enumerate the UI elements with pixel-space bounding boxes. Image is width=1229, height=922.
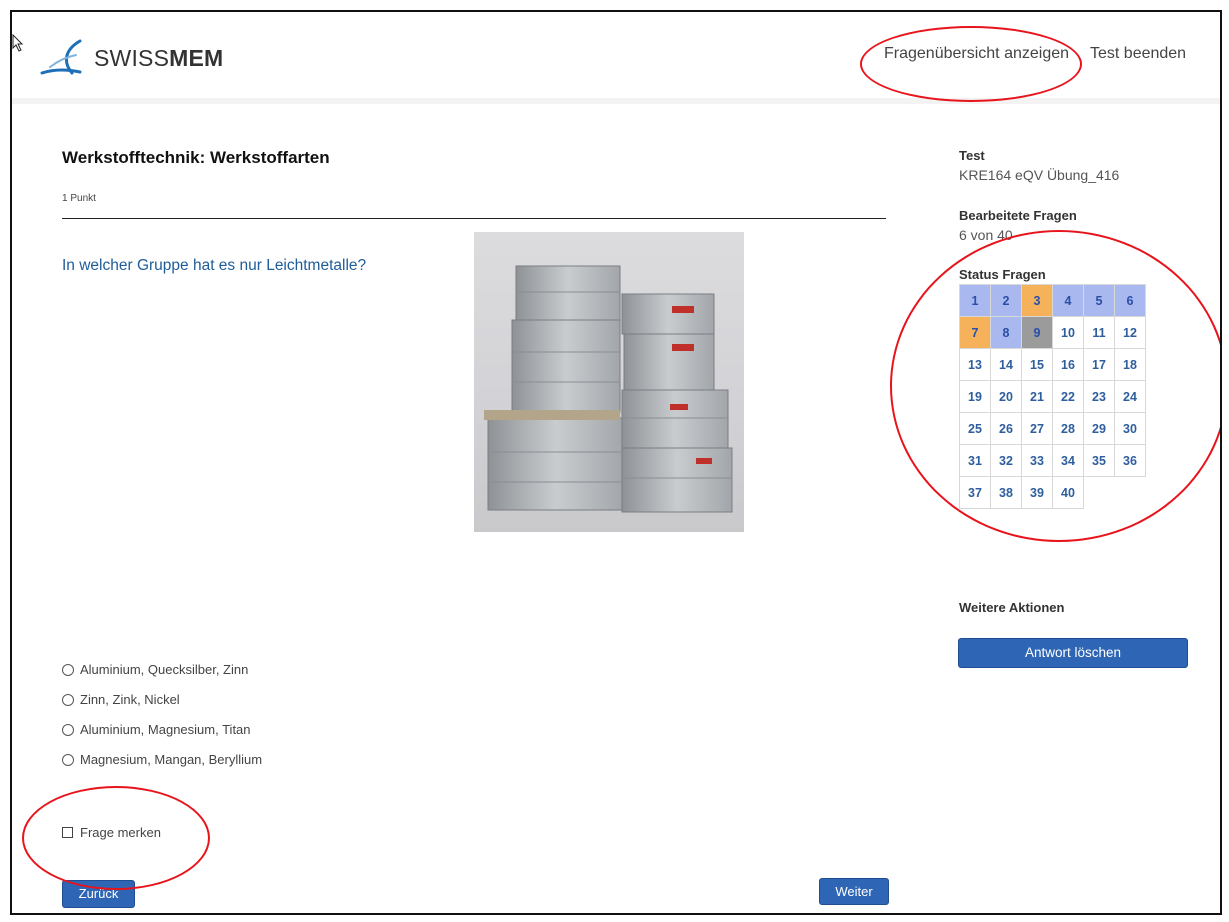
- question-status-cell[interactable]: 22: [1053, 381, 1084, 413]
- question-status-cell[interactable]: 2: [991, 285, 1022, 317]
- question-status-cell[interactable]: 40: [1053, 477, 1084, 509]
- question-status-cell[interactable]: 39: [1022, 477, 1053, 509]
- question-points: 1 Punkt: [62, 193, 96, 204]
- logo-text: SWISSMEM: [94, 44, 224, 71]
- question-status-cell[interactable]: 29: [1084, 413, 1115, 445]
- next-button[interactable]: Weiter: [819, 878, 889, 905]
- question-status-cell[interactable]: 3: [1022, 285, 1053, 317]
- question-status-cell[interactable]: 17: [1084, 349, 1115, 381]
- back-button[interactable]: Zurück: [62, 880, 135, 908]
- swissmem-logo-icon: [40, 39, 82, 75]
- question-status-cell[interactable]: 11: [1084, 317, 1115, 349]
- question-status-cell[interactable]: 30: [1115, 413, 1146, 445]
- swissmem-logo: SWISSMEM: [40, 39, 223, 77]
- aluminium-cases-image: [484, 265, 733, 513]
- question-status-cell[interactable]: 19: [960, 381, 991, 413]
- question-status-cell[interactable]: 34: [1053, 445, 1084, 477]
- mark-question-checkbox-row[interactable]: Frage merken: [62, 825, 161, 840]
- question-status-cell[interactable]: 7: [960, 317, 991, 349]
- test-name: KRE164 eQV Übung_416: [959, 167, 1120, 183]
- clear-answer-button[interactable]: Antwort löschen: [958, 638, 1188, 668]
- question-status-cell[interactable]: 24: [1115, 381, 1146, 413]
- question-status-cell[interactable]: 36: [1115, 445, 1146, 477]
- question-status-cell[interactable]: 21: [1022, 381, 1053, 413]
- radio-button[interactable]: [62, 753, 74, 766]
- answer-option-4[interactable]: Magnesium, Mangan, Beryllium: [62, 752, 262, 767]
- test-label: Test: [959, 148, 985, 163]
- question-status-cell[interactable]: 27: [1022, 413, 1053, 445]
- question-status-cell[interactable]: 13: [960, 349, 991, 381]
- question-status-cell[interactable]: 15: [1022, 349, 1053, 381]
- question-status-cell[interactable]: 8: [991, 317, 1022, 349]
- question-image: [474, 232, 744, 532]
- question-status-cell[interactable]: 10: [1053, 317, 1084, 349]
- question-status-cell[interactable]: 33: [1022, 445, 1053, 477]
- radio-button[interactable]: [62, 663, 74, 676]
- question-status-cell[interactable]: 1: [960, 285, 991, 317]
- more-actions-label: Weitere Aktionen: [959, 600, 1065, 615]
- radio-button[interactable]: [62, 723, 74, 736]
- question-status-cell[interactable]: 18: [1115, 349, 1146, 381]
- question-status-cell[interactable]: 16: [1053, 349, 1084, 381]
- answered-questions-label: Bearbeitete Fragen: [959, 208, 1077, 223]
- question-status-cell[interactable]: 12: [1115, 317, 1146, 349]
- divider: [62, 218, 886, 219]
- question-status-cell[interactable]: 14: [991, 349, 1022, 381]
- question-status-cell[interactable]: 31: [960, 445, 991, 477]
- question-status-cell[interactable]: 38: [991, 477, 1022, 509]
- question-status-cell[interactable]: 4: [1053, 285, 1084, 317]
- end-test-link[interactable]: Test beenden: [1090, 45, 1186, 63]
- radio-button[interactable]: [62, 693, 74, 706]
- answer-option-label: Zinn, Zink, Nickel: [80, 692, 180, 707]
- mark-question-label: Frage merken: [80, 825, 161, 840]
- question-status-cell[interactable]: 23: [1084, 381, 1115, 413]
- show-question-overview-link[interactable]: Fragenübersicht anzeigen: [884, 45, 1069, 63]
- question-text: In welcher Gruppe hat es nur Leichtmetal…: [62, 257, 367, 274]
- question-status-cell[interactable]: 35: [1084, 445, 1115, 477]
- answered-questions-count: 6 von 40: [959, 227, 1013, 243]
- mouse-cursor-icon: [12, 34, 24, 52]
- app-frame: SWISSMEM Fragenübersicht anzeigen Test b…: [10, 10, 1222, 915]
- answer-option-label: Magnesium, Mangan, Beryllium: [80, 752, 263, 767]
- question-status-cell[interactable]: 20: [991, 381, 1022, 413]
- answer-option-1[interactable]: Aluminium, Quecksilber, Zinn: [62, 662, 248, 677]
- answer-option-2[interactable]: Zinn, Zink, Nickel: [62, 692, 180, 707]
- question-status-cell[interactable]: 37: [960, 477, 991, 509]
- mark-question-checkbox[interactable]: [62, 827, 73, 838]
- question-status-grid: 1 2 3 4 5 6 7 8 9 10 11 12 13 14 15 16 17 18 19 20 21 22 23 24 2…: [959, 284, 1146, 509]
- question-status-cell[interactable]: 5: [1084, 285, 1115, 317]
- question-status-label: Status Fragen: [959, 267, 1046, 282]
- question-status-cell[interactable]: 26: [991, 413, 1022, 445]
- question-status-cell[interactable]: 9: [1022, 317, 1053, 349]
- answer-option-label: Aluminium, Quecksilber, Zinn: [80, 662, 249, 677]
- question-status-cell[interactable]: 28: [1053, 413, 1084, 445]
- question-title: Werkstofftechnik: Werkstoffarten: [62, 148, 330, 167]
- answer-option-label: Aluminium, Magnesium, Titan: [80, 722, 251, 737]
- question-status-cell[interactable]: 32: [991, 445, 1022, 477]
- header: SWISSMEM Fragenübersicht anzeigen Test b…: [12, 12, 1220, 104]
- question-status-cell[interactable]: 25: [960, 413, 991, 445]
- answer-option-3[interactable]: Aluminium, Magnesium, Titan: [62, 722, 251, 737]
- question-status-cell[interactable]: 6: [1115, 285, 1146, 317]
